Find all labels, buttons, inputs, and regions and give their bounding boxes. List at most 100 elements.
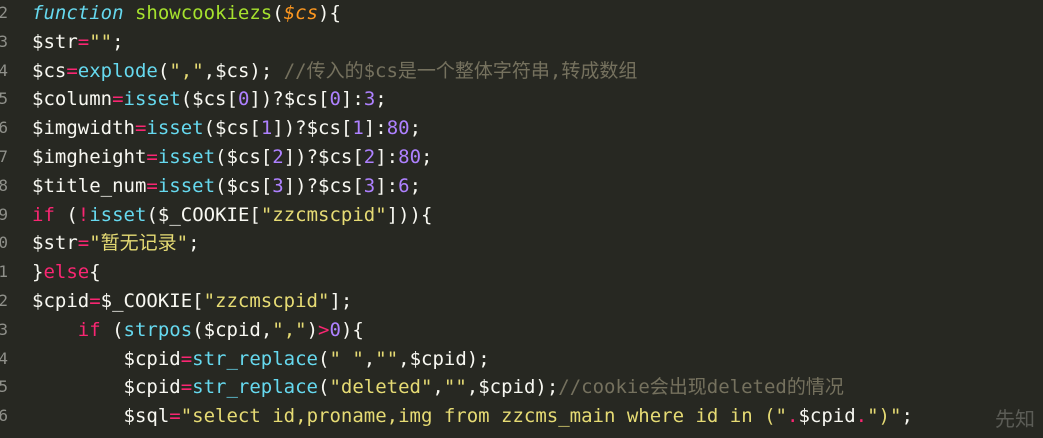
line-number: 1 <box>0 262 8 282</box>
code-token: 1 <box>352 117 364 140</box>
code-text: $imgheight=isset($cs[2])?$cs[2]:80; <box>32 143 432 172</box>
code-line[interactable]: 9 if (!isset($_COOKIE["zzcmscpid"])){ <box>0 201 1043 230</box>
code-line[interactable]: 5 $cpid=str_replace("deleted","",$cpid);… <box>0 373 1043 402</box>
code-token: function <box>32 2 124 24</box>
code-token: ])?$cs[ <box>249 88 330 111</box>
line-number: 8 <box>0 175 8 195</box>
code-token: 3 <box>363 174 376 197</box>
code-token: ; <box>409 117 422 140</box>
code-token: $imgwidth <box>32 117 135 140</box>
code-token: 0 <box>329 88 341 111</box>
code-line[interactable]: 2 function showcookiezs($cs){ <box>0 0 1043 28</box>
code-text: $str=""; <box>32 28 124 57</box>
code-text: $cpid=str_replace("deleted","",$cpid);//… <box>32 373 844 402</box>
line-number: 5 <box>0 89 8 109</box>
code-token: ; <box>409 174 422 197</box>
line-number: 5 <box>0 377 8 397</box>
code-token: $cpid <box>798 405 856 428</box>
code-token: $imgheight <box>32 146 147 168</box>
code-token: $title_num <box>32 174 147 197</box>
code-token: = <box>169 405 181 428</box>
code-text: $title_num=isset($cs[3])?$cs[3]:6; <box>32 172 421 201</box>
line-number: 3 <box>0 31 8 51</box>
code-line[interactable]: 2 $cpid=$_COOKIE["zzcmscpid"]; <box>0 287 1043 316</box>
code-token: ( <box>157 59 170 82</box>
code-token: ! <box>77 203 90 226</box>
code-text: if (!isset($_COOKIE["zzcmscpid"])){ <box>32 201 432 230</box>
code-token: isset <box>157 146 216 168</box>
code-token: = <box>112 88 124 111</box>
code-token: ]: <box>375 146 399 168</box>
code-token: //传入的$cs是一个整体字符串,转成数组 <box>283 59 638 82</box>
code-editor[interactable]: 2 function showcookiezs($cs){3 $str=""; 4 $c… <box>0 0 1043 438</box>
code-line[interactable]: 8 $title_num=isset($cs[3])?$cs[3]:6; <box>0 172 1043 201</box>
code-token: ( <box>272 2 284 24</box>
code-line[interactable]: 7 $imgheight=isset($cs[2])?$cs[2]:80; <box>0 143 1043 172</box>
code-line[interactable]: 3 if (strpos($cpid,",")>0){ <box>0 316 1043 345</box>
code-line[interactable]: 1 }else{ <box>0 258 1043 287</box>
code-token: ; <box>188 232 200 255</box>
code-line[interactable]: 6 $imgwidth=isset($cs[1])?$cs[1]:80; <box>0 114 1043 143</box>
code-line[interactable]: 0 $str="暂无记录"; <box>0 229 1043 258</box>
code-token: 0 <box>237 88 250 111</box>
code-token: 2 <box>363 146 376 168</box>
line-number: 0 <box>0 233 8 253</box>
line-number: 2 <box>0 3 8 22</box>
code-token: explode <box>77 59 158 82</box>
code-token: ; <box>901 405 913 428</box>
code-token: " " <box>329 347 364 370</box>
code-token: isset <box>157 174 216 197</box>
code-token: = <box>146 174 158 197</box>
code-token: $_COOKIE[ <box>100 290 204 312</box>
code-token: "select id,proname,img from zzcms_main w… <box>180 405 787 428</box>
code-token: ){ <box>318 2 341 24</box>
code-token: ($cs[ <box>180 88 238 111</box>
code-token: "zzcmscpid" <box>203 290 330 312</box>
code-text: $sql="select id,proname,img from zzcms_m… <box>32 402 913 431</box>
code-token: "zzcmscpid" <box>260 203 387 226</box>
code-line[interactable]: 4 $cs=explode(",",$cs); //传入的$cs是一个整体字符串,… <box>0 57 1043 86</box>
code-token: = <box>89 290 101 312</box>
code-text: }else{ <box>32 258 101 287</box>
code-token: = <box>146 146 158 168</box>
code-token: 2 <box>272 146 284 168</box>
code-line[interactable]: 5 $column=isset($cs[0])?$cs[0]:3; <box>0 85 1043 114</box>
code-token: ( <box>54 203 78 226</box>
code-token: . <box>855 405 868 428</box>
code-token: $cpid <box>32 290 90 312</box>
line-number: 6 <box>0 406 8 426</box>
code-token: ( <box>318 347 330 370</box>
code-token: $cpid <box>32 376 181 399</box>
code-token: = <box>66 59 78 82</box>
code-token: "" <box>443 376 467 399</box>
code-token: "deleted" <box>329 376 433 399</box>
code-token: "" <box>89 30 113 53</box>
code-text: $cpid=$_COOKIE["zzcmscpid"]; <box>32 287 352 316</box>
code-token: isset <box>123 88 181 111</box>
code-line[interactable]: 4 $cpid=str_replace(" ","",$cpid); <box>0 345 1043 374</box>
code-token: = <box>77 232 90 255</box>
code-token: ]: <box>340 88 364 111</box>
code-token: ) <box>306 318 319 341</box>
code-token: if <box>77 318 101 341</box>
code-token: $column <box>32 88 113 111</box>
code-token: $sql <box>32 405 170 428</box>
code-text: $cs=explode(",",$cs); //传入的$cs是一个整体字符串,转… <box>32 57 637 86</box>
code-text: $cpid=str_replace(" ","",$cpid); <box>32 345 490 374</box>
code-token: 0 <box>329 318 341 341</box>
code-line[interactable]: 6 $sql="select id,proname,img from zzcms… <box>0 402 1043 431</box>
code-token: ; <box>421 146 433 168</box>
code-token: ( <box>318 376 330 399</box>
code-token: str_replace <box>192 347 319 370</box>
code-line[interactable]: 3 $str=""; <box>0 28 1043 57</box>
code-token: ($cs[ <box>215 146 273 168</box>
code-token: ])?$cs[ <box>283 174 364 197</box>
code-token: ){ <box>340 318 364 341</box>
code-token: "" <box>375 347 399 370</box>
code-token: = <box>77 30 90 53</box>
code-token: $str <box>32 232 78 255</box>
code-token: ])?$cs[ <box>283 146 364 168</box>
code-token: "暂无记录" <box>89 232 189 255</box>
